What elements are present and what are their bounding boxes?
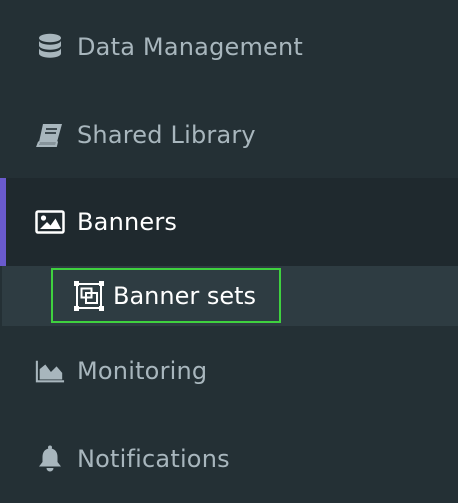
sidebar-item-banners[interactable]: Banners <box>0 178 458 266</box>
active-indicator <box>0 178 6 266</box>
area-chart-icon <box>35 356 65 386</box>
database-icon <box>35 32 65 62</box>
object-group-icon <box>73 280 105 312</box>
book-icon <box>35 120 65 150</box>
sidebar-item-label: Banners <box>77 208 178 236</box>
sidebar-item-label: Monitoring <box>77 357 208 385</box>
sidebar-item-notifications[interactable]: Notifications <box>0 415 458 503</box>
sidebar-item-label: Notifications <box>77 445 230 473</box>
bell-icon <box>35 444 65 474</box>
sidebar-item-monitoring[interactable]: Monitoring <box>0 327 458 415</box>
sidebar-subitem-banner-sets[interactable]: Banner sets <box>51 268 281 323</box>
sidebar-subitem-label: Banner sets <box>113 281 257 310</box>
sidebar-item-shared-library[interactable]: Shared Library <box>0 91 458 179</box>
sidebar-item-label: Data Management <box>77 33 304 61</box>
sidebar-nav: Data Management Shared Library Banners B… <box>0 0 458 498</box>
sidebar-item-label: Shared Library <box>77 121 256 149</box>
sidebar-item-data-management[interactable]: Data Management <box>0 3 458 91</box>
image-icon <box>35 207 65 237</box>
